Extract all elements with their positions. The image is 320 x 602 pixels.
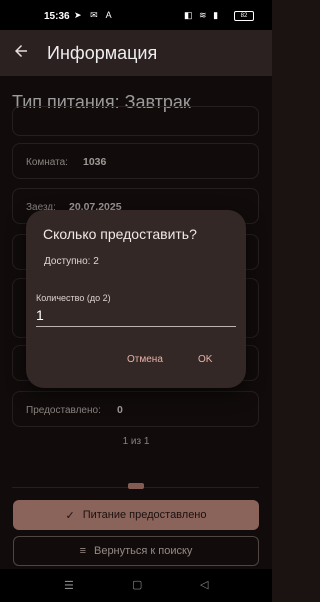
wifi-icon: ≋	[199, 10, 209, 20]
telegram-icon: ➤	[74, 10, 85, 20]
system-nav-bar: ☰ ▢ ◁	[0, 569, 272, 602]
home-icon[interactable]: ▢	[132, 578, 142, 591]
quantity-dialog: Сколько предоставить? Доступно: 2 Количе…	[26, 210, 246, 388]
nav-back-icon[interactable]: ◁	[200, 578, 208, 591]
page-title: Информация	[47, 43, 158, 63]
font-icon: A	[105, 10, 115, 20]
status-time: 15:36	[44, 11, 70, 22]
battery-icon: 82	[234, 11, 254, 21]
signal-icon: ▮	[213, 10, 221, 20]
system-icons: ◧ ≋ ▮	[184, 10, 220, 21]
vk-icon: ✉	[90, 10, 101, 20]
dialog-title: Сколько предоставить?	[43, 226, 197, 242]
notification-icons: ➤ ✉ A	[74, 10, 115, 21]
nfc-icon: ◧	[184, 10, 195, 20]
ok-button[interactable]: OK	[198, 354, 212, 365]
quantity-label: Количество (до 2)	[36, 293, 111, 303]
cancel-button[interactable]: Отмена	[127, 354, 163, 365]
available-text: Доступно: 2	[44, 256, 99, 267]
recents-icon[interactable]: ☰	[64, 579, 74, 592]
back-arrow-icon[interactable]	[12, 42, 30, 60]
quantity-input[interactable]	[36, 306, 236, 327]
status-bar: 15:36 ➤ ✉ A ◧ ≋ ▮ 82	[0, 0, 272, 30]
